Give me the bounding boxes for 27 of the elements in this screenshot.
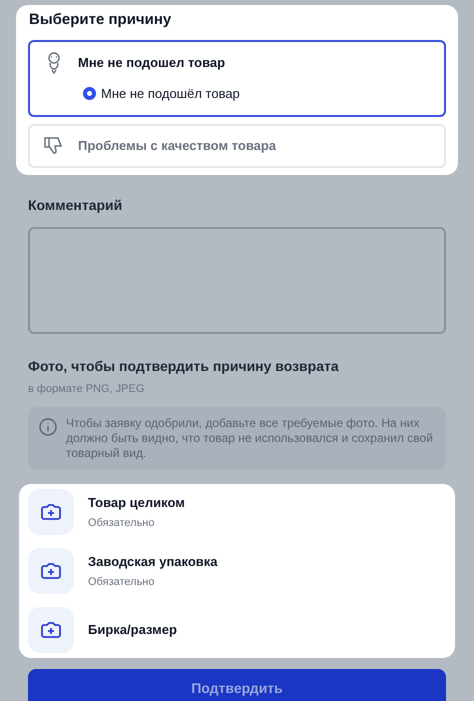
comment-label: Комментарий	[28, 196, 124, 215]
camera-plus-icon	[41, 621, 61, 639]
person-icon	[46, 52, 62, 74]
notice-text: Чтобы заявку одобрили, добавьте все требуемые фото. На них должно быть видно, что товар не использовался и сохранил свой товарный вид.	[66, 416, 434, 461]
camera-plus-icon	[41, 503, 61, 521]
format-hint: в формате PNG, JPEG	[28, 382, 146, 396]
thumb-down-icon	[44, 136, 64, 155]
reason-title: Мне не подошел товар	[78, 54, 226, 72]
photo-item-title: Бирка/размер	[88, 621, 177, 640]
add-photo-button[interactable]	[28, 489, 74, 535]
info-icon	[38, 417, 58, 437]
option-label: Мне не подошёл товар	[101, 84, 240, 103]
camera-plus-icon	[41, 562, 61, 580]
photo-item-title: Товар целиком	[88, 494, 185, 512]
comment-field[interactable]	[28, 226, 446, 334]
photos-title: Фото, чтобы подтвердить причину возврата	[28, 356, 340, 376]
radio-button[interactable]	[83, 86, 96, 100]
reason-card[interactable]: Мне не подошел товар Мне не подошёл товар	[28, 40, 446, 117]
reason-card[interactable]: Проблемы с качеством товара	[28, 124, 446, 168]
required-label: Обязательно	[88, 516, 156, 531]
add-photo-button[interactable]	[28, 607, 74, 653]
photo-item-title: Заводская упаковка	[88, 552, 218, 571]
confirm-button[interactable]: Подтвердить	[28, 669, 446, 701]
section-title: Выберите причину	[29, 10, 172, 30]
reason-title: Проблемы с качеством товара	[78, 137, 276, 155]
add-photo-button[interactable]	[28, 548, 74, 594]
required-label: Обязательно	[88, 575, 156, 590]
